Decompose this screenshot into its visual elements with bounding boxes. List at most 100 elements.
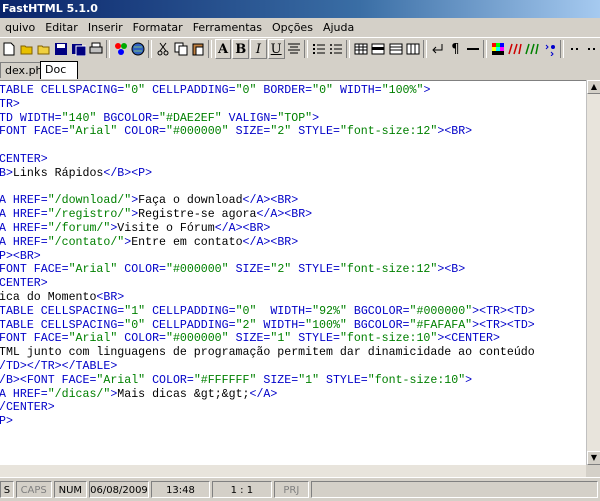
code-line[interactable]: TABLE CELLSPACING="1" CELLPADDING="0" WI… — [0, 305, 586, 319]
attribute-value-token: "2" — [270, 263, 292, 277]
center-align-button[interactable] — [286, 39, 302, 59]
copy-button[interactable] — [172, 39, 188, 59]
attribute-value-token: "Arial" — [68, 332, 118, 346]
menu-inserir[interactable]: Inserir — [83, 21, 128, 34]
code-line[interactable]: FONT FACE="Arial" COLOR="#000000" SIZE="… — [0, 125, 586, 139]
scroll-up-icon[interactable]: ▲ — [587, 80, 600, 94]
html-tag-token: CELLPADDING= — [145, 304, 236, 318]
html-tag-token: STYLE= — [291, 125, 340, 139]
cut-button[interactable] — [155, 39, 171, 59]
code-line[interactable]: P> — [0, 415, 586, 429]
line-break-button[interactable] — [430, 39, 446, 59]
html-tag-token: <B> — [444, 263, 466, 277]
html-tag-token: SIZE= — [228, 332, 271, 346]
new-file-button[interactable] — [1, 39, 17, 59]
font-button[interactable]: A — [214, 39, 232, 59]
insert-table-button[interactable] — [353, 39, 369, 59]
menu-editar[interactable]: Editar — [40, 21, 83, 34]
title-bar: FastHTML 5.1.0 — [0, 0, 600, 18]
code-editor[interactable]: TABLE CELLSPACING="0" CELLPADDING="0" BO… — [0, 80, 586, 466]
toolbar-separator — [303, 40, 308, 58]
insert-column-button[interactable] — [405, 39, 421, 59]
code-line[interactable] — [0, 181, 586, 195]
save-all-button[interactable] — [70, 39, 86, 59]
open-file-button[interactable] — [18, 39, 34, 59]
scroll-down-icon[interactable]: ▼ — [587, 451, 600, 465]
code-line[interactable]: A HREF="/registro/">Registre-se agora</A… — [0, 208, 586, 222]
code-line[interactable]: /CENTER> — [0, 401, 586, 415]
code-line[interactable]: ica do Momento<BR> — [0, 291, 586, 305]
table-icon — [354, 43, 368, 55]
code-line[interactable]: CENTER> — [0, 277, 586, 291]
html-tag-token: STYLE= — [319, 373, 368, 387]
html-tag-token: P> — [0, 415, 13, 429]
vertical-scrollbar[interactable]: ▲ ▼ — [586, 80, 600, 465]
text-token: Links Rápidos — [12, 166, 104, 180]
code-line[interactable]: A HREF="/download/">Faça o download</A><… — [0, 194, 586, 208]
code-line[interactable]: TABLE CELLSPACING="0" CELLPADDING="2" WI… — [0, 319, 586, 333]
globe-icon — [131, 42, 145, 56]
code-line[interactable]: TD WIDTH="140" BGCOLOR="#DAE2EF" VALIGN=… — [0, 112, 586, 126]
html-tag-token: SIZE= — [256, 373, 299, 387]
code-line[interactable]: /TD></TR></TABLE> — [0, 360, 586, 374]
underline-button[interactable]: U — [267, 39, 285, 59]
html-tag-token: STYLE= — [291, 263, 340, 277]
code-line[interactable]: B>Links Rápidos</B><P> — [0, 167, 586, 181]
menu-formatar[interactable]: Formatar — [128, 21, 188, 34]
color-grid-button[interactable] — [490, 39, 506, 59]
html-tag-token: ><TR><TD> — [472, 318, 535, 332]
clipboard-icon — [192, 43, 204, 56]
unordered-list-button[interactable] — [328, 39, 344, 59]
more-button[interactable] — [567, 39, 583, 59]
code-line[interactable]: TR> — [0, 98, 586, 112]
asp-tag-button[interactable] — [524, 39, 540, 59]
tab-document-2[interactable]: Doc 2 — [40, 61, 78, 91]
code-content[interactable]: TABLE CELLSPACING="0" CELLPADDING="0" BO… — [0, 81, 586, 429]
menu-ajuda[interactable]: Ajuda — [318, 21, 359, 34]
attribute-value-token: "0" — [124, 318, 146, 332]
html-tag-token: </A> — [249, 387, 278, 401]
bold-button[interactable]: B — [232, 39, 250, 59]
insert-row-button[interactable] — [388, 39, 404, 59]
script-tag-button[interactable] — [542, 39, 558, 59]
php-tag-button[interactable] — [507, 39, 523, 59]
code-line[interactable]: FONT FACE="Arial" COLOR="#000000" SIZE="… — [0, 263, 586, 277]
extra-button[interactable] — [584, 39, 600, 59]
attribute-value-token: "font-size:10" — [339, 332, 438, 346]
save-button[interactable] — [53, 39, 69, 59]
menu-ferramentas[interactable]: Ferramentas — [188, 21, 267, 34]
ordered-list-button[interactable] — [311, 39, 327, 59]
code-line[interactable]: A HREF="/contato/">Entre em contato</A><… — [0, 236, 586, 250]
paste-button[interactable] — [190, 39, 206, 59]
code-line[interactable]: FONT FACE="Arial" COLOR="#000000" SIZE="… — [0, 332, 586, 346]
horizontal-rule-button[interactable] — [465, 39, 481, 59]
italic-button[interactable]: I — [250, 39, 267, 59]
code-line[interactable]: A HREF="/dicas/">Mais dicas &gt;&gt;</A> — [0, 388, 586, 402]
line-break-icon — [432, 44, 443, 54]
toolbar-separator — [148, 40, 153, 58]
code-line[interactable]: CENTER> — [0, 153, 586, 167]
menu-arquivo[interactable]: quivo — [0, 21, 40, 34]
horizontal-scrollbar[interactable] — [0, 465, 586, 477]
menu-opcoes[interactable]: Opções — [267, 21, 318, 34]
code-line[interactable] — [0, 139, 586, 153]
attribute-value-token: "font-size:10" — [367, 373, 466, 387]
code-line[interactable]: TML junto com linguagens de programação … — [0, 346, 586, 360]
insert-table-row-button[interactable] — [370, 39, 386, 59]
columns-icon — [406, 43, 420, 55]
print-button[interactable] — [88, 39, 104, 59]
text-token: Entre em contato — [131, 235, 243, 249]
code-line[interactable]: A HREF="/forum/">Visite o Fórum</A><BR> — [0, 222, 586, 236]
paragraph-button[interactable]: ¶ — [447, 39, 463, 59]
colors-button[interactable] — [113, 39, 129, 59]
code-line[interactable]: /B><FONT FACE="Arial" COLOR="#FFFFFF" SI… — [0, 374, 586, 388]
code-line[interactable]: TABLE CELLSPACING="0" CELLPADDING="0" BO… — [0, 84, 586, 98]
new-file-icon — [3, 42, 15, 56]
browser-preview-button[interactable] — [130, 39, 146, 59]
code-line[interactable]: P><BR> — [0, 250, 586, 264]
html-tag-token: <BR> — [96, 290, 125, 304]
attribute-value-token: "#000000" — [165, 263, 229, 277]
open-folder-button[interactable] — [36, 39, 52, 59]
dots-icon — [588, 48, 596, 50]
hr-icon — [466, 48, 479, 50]
